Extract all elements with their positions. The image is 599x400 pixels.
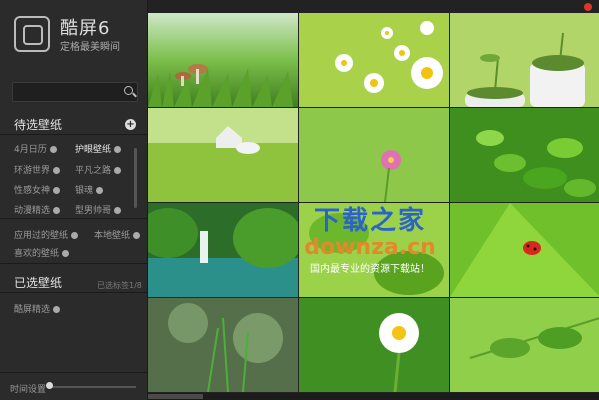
dot-icon <box>96 187 104 194</box>
wallpaper-tile-daisies[interactable] <box>299 13 449 107</box>
candidate-title: 待选壁纸 <box>14 118 63 132</box>
divider <box>0 134 147 135</box>
divider <box>0 372 147 373</box>
app-logo-icon <box>14 16 50 52</box>
dot-icon <box>114 146 122 153</box>
candidate-item-10[interactable]: 喜欢的壁纸 <box>14 246 70 259</box>
candidate-item-2[interactable]: 环游世界 <box>14 163 61 176</box>
dot-icon <box>114 167 122 174</box>
sidebar: 酷屏6 定格最美瞬间 待选壁纸 + 4月日历 护眼壁纸 环游世界 平凡之路 性感… <box>0 0 148 400</box>
search-input[interactable] <box>17 84 121 100</box>
candidate-item-1[interactable]: 护眼壁纸 <box>75 142 122 155</box>
divider <box>0 263 147 264</box>
wallpaper-tile-house[interactable] <box>148 108 298 202</box>
candidate-item-9[interactable]: 本地壁纸 <box>94 228 141 241</box>
time-slider-knob[interactable] <box>46 382 53 389</box>
dot-icon <box>114 207 122 214</box>
wallpaper-tile-ladybug[interactable] <box>450 203 599 297</box>
candidate-item-0[interactable]: 4月日历 <box>14 142 57 155</box>
app-slogan: 定格最美瞬间 <box>60 42 120 53</box>
candidate-item-3[interactable]: 平凡之路 <box>75 163 122 176</box>
wallpaper-tile-tea-leaves[interactable] <box>450 108 599 202</box>
divider <box>0 292 147 293</box>
candidate-item-4[interactable]: 性感女神 <box>14 183 61 196</box>
candidate-item-7[interactable]: 型男帅哥 <box>75 203 122 216</box>
candidate-item-5[interactable]: 银魂 <box>75 183 104 196</box>
divider <box>0 218 147 219</box>
wallpaper-tile-pink-flower[interactable] <box>299 108 449 202</box>
wallpaper-tile-green-leaves[interactable] <box>299 203 449 297</box>
candidate-item-8[interactable]: 应用过的壁纸 <box>14 228 79 241</box>
dot-icon <box>71 232 79 239</box>
dot-icon <box>49 146 57 153</box>
horizontal-scrollbar-thumb[interactable] <box>148 394 203 399</box>
search-icon[interactable] <box>124 86 133 95</box>
time-slider[interactable] <box>48 386 136 388</box>
app-title: 酷屏6 <box>60 18 111 39</box>
wallpaper-tile-grass-stems[interactable] <box>148 298 298 392</box>
dot-icon <box>53 167 61 174</box>
dot-icon <box>53 306 61 313</box>
close-icon[interactable] <box>584 3 592 11</box>
selected-item-0[interactable]: 酷屏精选 <box>14 302 61 315</box>
selected-count-note: 已选标签1/8 <box>97 281 142 290</box>
wallpaper-tile-white-daisy[interactable] <box>299 298 449 392</box>
dot-icon <box>133 232 141 239</box>
wallpaper-tile-potted-sprouts[interactable] <box>450 13 599 107</box>
candidate-item-6[interactable]: 动漫精选 <box>14 203 61 216</box>
horizontal-scrollbar[interactable] <box>148 393 599 400</box>
list-scrollbar[interactable] <box>134 148 137 208</box>
wallpaper-tile-mushrooms[interactable] <box>148 13 298 107</box>
dot-icon <box>62 250 70 257</box>
dot-icon <box>53 207 61 214</box>
wallpaper-grid <box>148 13 599 392</box>
selected-title: 已选壁纸 <box>14 276 63 290</box>
add-candidate-icon[interactable]: + <box>125 119 136 130</box>
dot-icon <box>53 187 61 194</box>
search-box[interactable] <box>12 82 138 102</box>
wallpaper-tile-waterfall[interactable] <box>148 203 298 297</box>
wallpaper-tile-leaf-branch[interactable] <box>450 298 599 392</box>
time-setting-label: 时间设置 <box>10 385 47 395</box>
app-window: 酷屏6 定格最美瞬间 待选壁纸 + 4月日历 护眼壁纸 环游世界 平凡之路 性感… <box>0 0 599 400</box>
